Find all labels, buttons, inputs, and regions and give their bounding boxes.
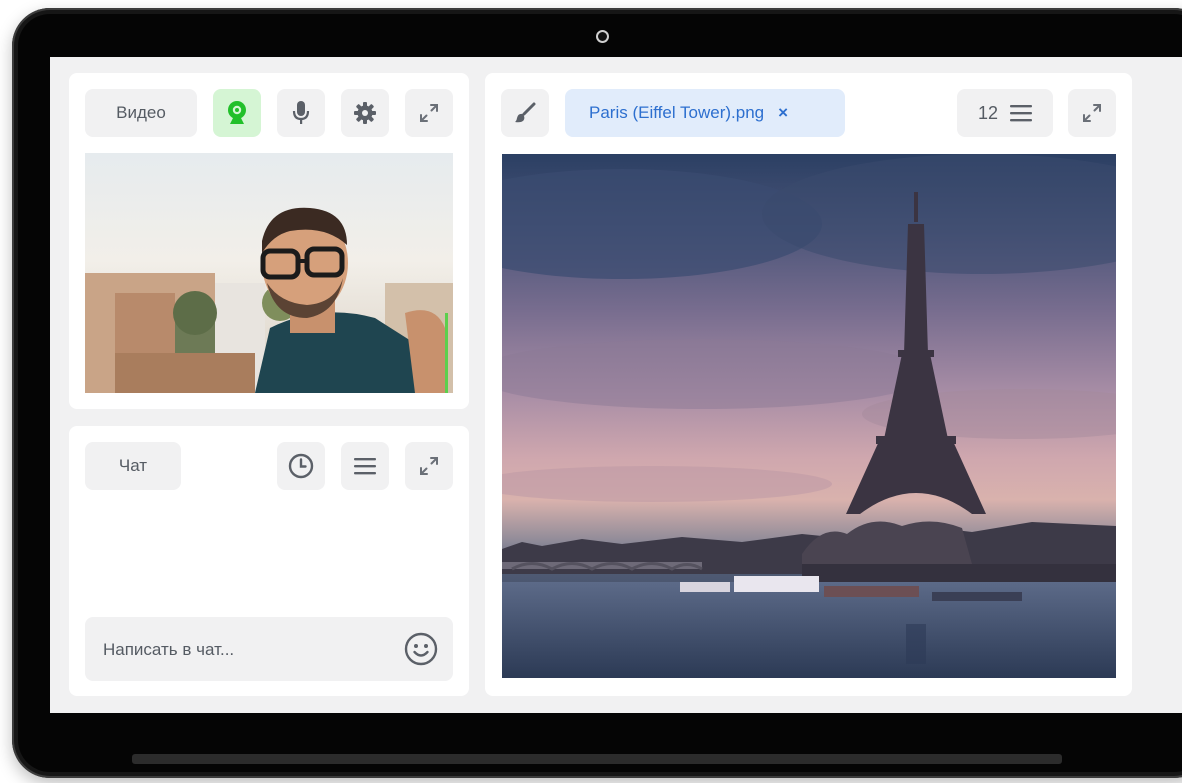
video-title-label: Видео: [116, 103, 166, 122]
app-screen: Видео Чат Написать в чат... Paris (Eiffe…: [50, 57, 1182, 713]
video-expand-button[interactable]: [405, 89, 453, 137]
expand-icon: [1083, 104, 1101, 122]
chat-menu-button[interactable]: [341, 442, 389, 490]
page-count: 12: [977, 102, 999, 123]
expand-icon: [420, 104, 438, 122]
document-panel: Paris (Eiffel Tower).png × 12: [485, 73, 1132, 696]
microphone-icon: [292, 101, 310, 124]
close-tab-icon[interactable]: ×: [778, 103, 788, 123]
expand-icon: [420, 457, 438, 475]
webcam-toggle-button[interactable]: [213, 89, 261, 137]
file-tab-label: Paris (Eiffel Tower).png: [589, 103, 765, 122]
video-settings-button[interactable]: [341, 89, 389, 137]
clock-icon: [288, 453, 314, 479]
webcam-person-image: [85, 153, 453, 393]
menu-icon: [354, 458, 376, 475]
pages-button[interactable]: 12: [957, 89, 1053, 137]
chat-message-input[interactable]: [101, 617, 385, 683]
video-title[interactable]: Видео: [85, 89, 197, 137]
emoji-button[interactable]: [403, 631, 439, 667]
microphone-button[interactable]: [277, 89, 325, 137]
eiffel-tower-photo: [502, 154, 1116, 678]
draw-tool-button[interactable]: [501, 89, 549, 137]
laptop-hinge: [132, 754, 1062, 764]
smiley-icon: [404, 632, 438, 666]
webcam-video-feed: [85, 153, 453, 393]
chat-title-label: Чат: [118, 456, 148, 475]
brush-icon: [515, 102, 536, 123]
chat-panel: Чат: [69, 426, 469, 696]
chat-title[interactable]: Чат: [85, 442, 181, 490]
camera-lens: [596, 30, 609, 43]
file-tab[interactable]: Paris (Eiffel Tower).png ×: [565, 89, 845, 137]
chat-expand-button[interactable]: [405, 442, 453, 490]
gear-icon: [354, 102, 376, 124]
chat-input-box: [85, 617, 453, 683]
menu-icon: [1010, 105, 1033, 122]
chat-history-button[interactable]: [277, 442, 325, 490]
video-panel: Видео: [69, 73, 469, 409]
shared-image-eiffel-tower: [502, 154, 1116, 678]
webcam-icon: [228, 101, 246, 124]
document-expand-button[interactable]: [1068, 89, 1116, 137]
